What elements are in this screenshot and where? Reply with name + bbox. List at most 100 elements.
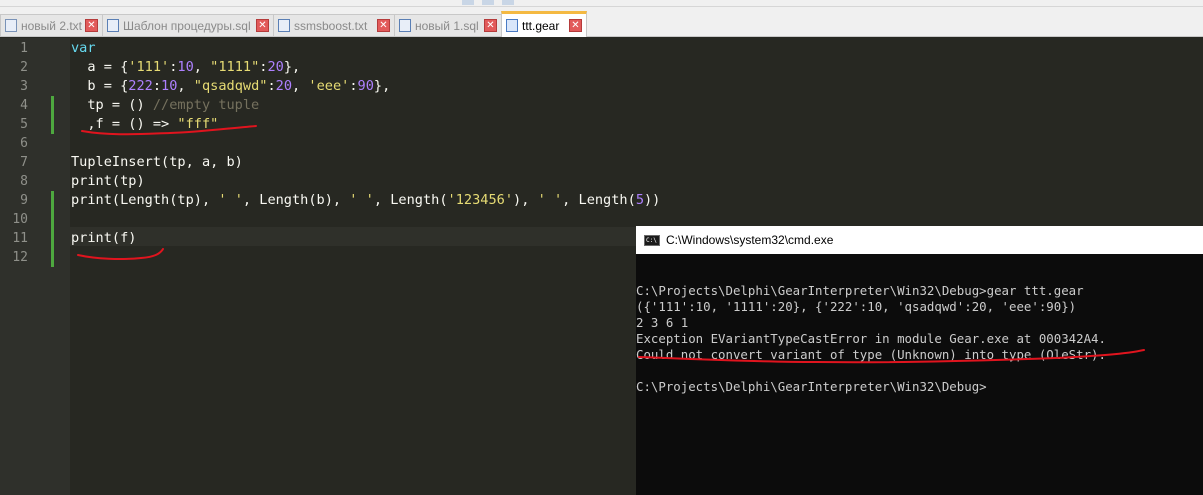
code-token: 10 (161, 78, 178, 94)
toolbar-button-icon[interactable] (462, 0, 474, 5)
line-number: 3 (20, 79, 28, 94)
close-icon[interactable]: ✕ (256, 19, 269, 32)
toolbar-button-icon[interactable] (502, 0, 514, 5)
code-token: 5 (635, 192, 644, 208)
close-icon[interactable]: ✕ (569, 19, 582, 32)
line-number: 8 (20, 174, 28, 189)
tab-shablon-procedury-sql[interactable]: Шаблон процедуры.sql ✕ (102, 14, 274, 36)
tab-ttt-gear[interactable]: ttt.gear ✕ (501, 11, 587, 37)
file-icon (278, 19, 290, 32)
cmd-output[interactable]: C:\Projects\Delphi\GearInterpreter\Win32… (636, 254, 1203, 495)
code-token: 'eee' (308, 78, 350, 94)
line-number: 7 (20, 155, 28, 170)
line-number: 11 (12, 231, 28, 246)
code-token: }, (283, 59, 301, 75)
line-number: 4 (20, 98, 28, 113)
line-number: 2 (20, 60, 28, 75)
line-number: 5 (20, 117, 28, 132)
annotation-underline-print (77, 248, 164, 260)
change-marker (51, 191, 54, 210)
close-icon[interactable]: ✕ (484, 19, 497, 32)
file-icon (399, 19, 411, 32)
code-token: ' ' (349, 192, 374, 208)
cmd-titlebar[interactable]: C:\ C:\Windows\system32\cmd.exe (636, 226, 1203, 254)
code-token: 222 (128, 78, 153, 94)
console-line: C:\Projects\Delphi\GearInterpreter\Win32… (636, 379, 987, 394)
change-marker (51, 248, 54, 267)
code-token: 90 (357, 78, 374, 94)
code-token: : (267, 78, 276, 94)
code-line[interactable]: var (71, 39, 96, 58)
code-token: ), (513, 192, 538, 208)
console-line: 2 3 6 1 (636, 315, 689, 330)
code-line[interactable]: print(tp) (71, 172, 145, 191)
code-line[interactable]: tp = () //empty tuple (71, 96, 259, 115)
code-token: b = { (71, 78, 129, 94)
tab-ssmsboost-txt[interactable]: ssmsboost.txt ✕ (273, 14, 395, 36)
notepadpp-window: новый 2.txt ✕ Шаблон процедуры.sql ✕ ssm… (0, 0, 1203, 495)
code-line[interactable]: print(Length(tp), ' ', Length(b), ' ', L… (71, 191, 660, 210)
cmd-window-title: C:\Windows\system32\cmd.exe (666, 233, 834, 247)
line-number: 9 (20, 193, 28, 208)
code-token: print(tp) (71, 173, 145, 189)
change-marker (51, 96, 54, 115)
code-token: "1111" (210, 59, 260, 75)
tab-label: ttt.gear (522, 18, 560, 33)
code-line[interactable]: b = {222:10, "qsadqwd":20, 'eee':90}, (71, 77, 390, 96)
tab-label: ssmsboost.txt (294, 18, 368, 33)
code-line[interactable]: TupleInsert(tp, a, b) (71, 153, 243, 172)
change-marker (51, 210, 54, 229)
code-token: tp = () (71, 97, 153, 113)
code-token: TupleInsert(tp, a, b) (71, 154, 243, 170)
code-token: a = { (71, 59, 129, 75)
file-icon (107, 19, 119, 32)
code-token: 20 (267, 59, 284, 75)
file-icon (506, 19, 518, 32)
line-number: 6 (20, 136, 28, 151)
line-number: 12 (12, 250, 28, 265)
tab-novyi-2-txt[interactable]: новый 2.txt ✕ (0, 14, 103, 36)
cmd-window[interactable]: C:\ C:\Windows\system32\cmd.exe C:\Proje… (636, 226, 1203, 495)
cmd-icon: C:\ (644, 234, 660, 246)
change-marker (51, 229, 54, 248)
code-token: print(f) (71, 230, 137, 246)
line-number-gutter: 1 2 3 4 5 6 7 8 9 10 11 12 (0, 38, 70, 495)
code-token: : (152, 78, 162, 94)
code-token: : (349, 78, 358, 94)
change-marker (51, 115, 54, 134)
line-number: 10 (12, 212, 28, 227)
code-token: "qsadqwd" (193, 78, 268, 94)
code-token: '123456' (447, 192, 514, 208)
code-token: , (292, 78, 309, 94)
code-token: }, (373, 78, 391, 94)
tab-novyi-1-sql[interactable]: новый 1.sql ✕ (394, 14, 502, 36)
code-token: , (177, 78, 194, 94)
code-token: //empty tuple (152, 97, 260, 113)
console-line: Exception EVariantTypeCastError in modul… (636, 331, 1106, 346)
tab-label: Шаблон процедуры.sql (123, 18, 251, 33)
code-line[interactable]: a = {'111':10, "1111":20}, (71, 58, 300, 77)
code-token: 20 (275, 78, 293, 94)
code-token: )) (644, 192, 661, 208)
code-token: '111' (128, 59, 170, 75)
close-icon[interactable]: ✕ (85, 19, 98, 32)
tab-label: новый 1.sql (415, 18, 479, 33)
code-token: ' ' (537, 192, 563, 208)
code-line[interactable]: ,f = () => "fff" (71, 115, 218, 134)
console-line: Could not convert variant of type (Unkno… (636, 347, 1106, 362)
console-line: C:\Projects\Delphi\GearInterpreter\Win32… (636, 283, 1084, 298)
code-token: "fff" (177, 116, 219, 132)
toolbar-button-icon[interactable] (482, 0, 494, 5)
code-token: ,f = () => (71, 116, 178, 132)
code-token: , Length(b), (242, 192, 350, 208)
code-line[interactable]: print(f) (71, 229, 136, 248)
code-token: print(Length(tp), (71, 192, 219, 208)
file-icon (5, 19, 17, 32)
code-token: , Length( (373, 192, 448, 208)
tab-bar: новый 2.txt ✕ Шаблон процедуры.sql ✕ ssm… (0, 7, 1203, 37)
close-icon[interactable]: ✕ (377, 19, 390, 32)
tab-label: новый 2.txt (21, 18, 82, 33)
code-token: , Length( (562, 192, 636, 208)
code-token: 10 (177, 59, 194, 75)
code-token: ' ' (218, 192, 243, 208)
